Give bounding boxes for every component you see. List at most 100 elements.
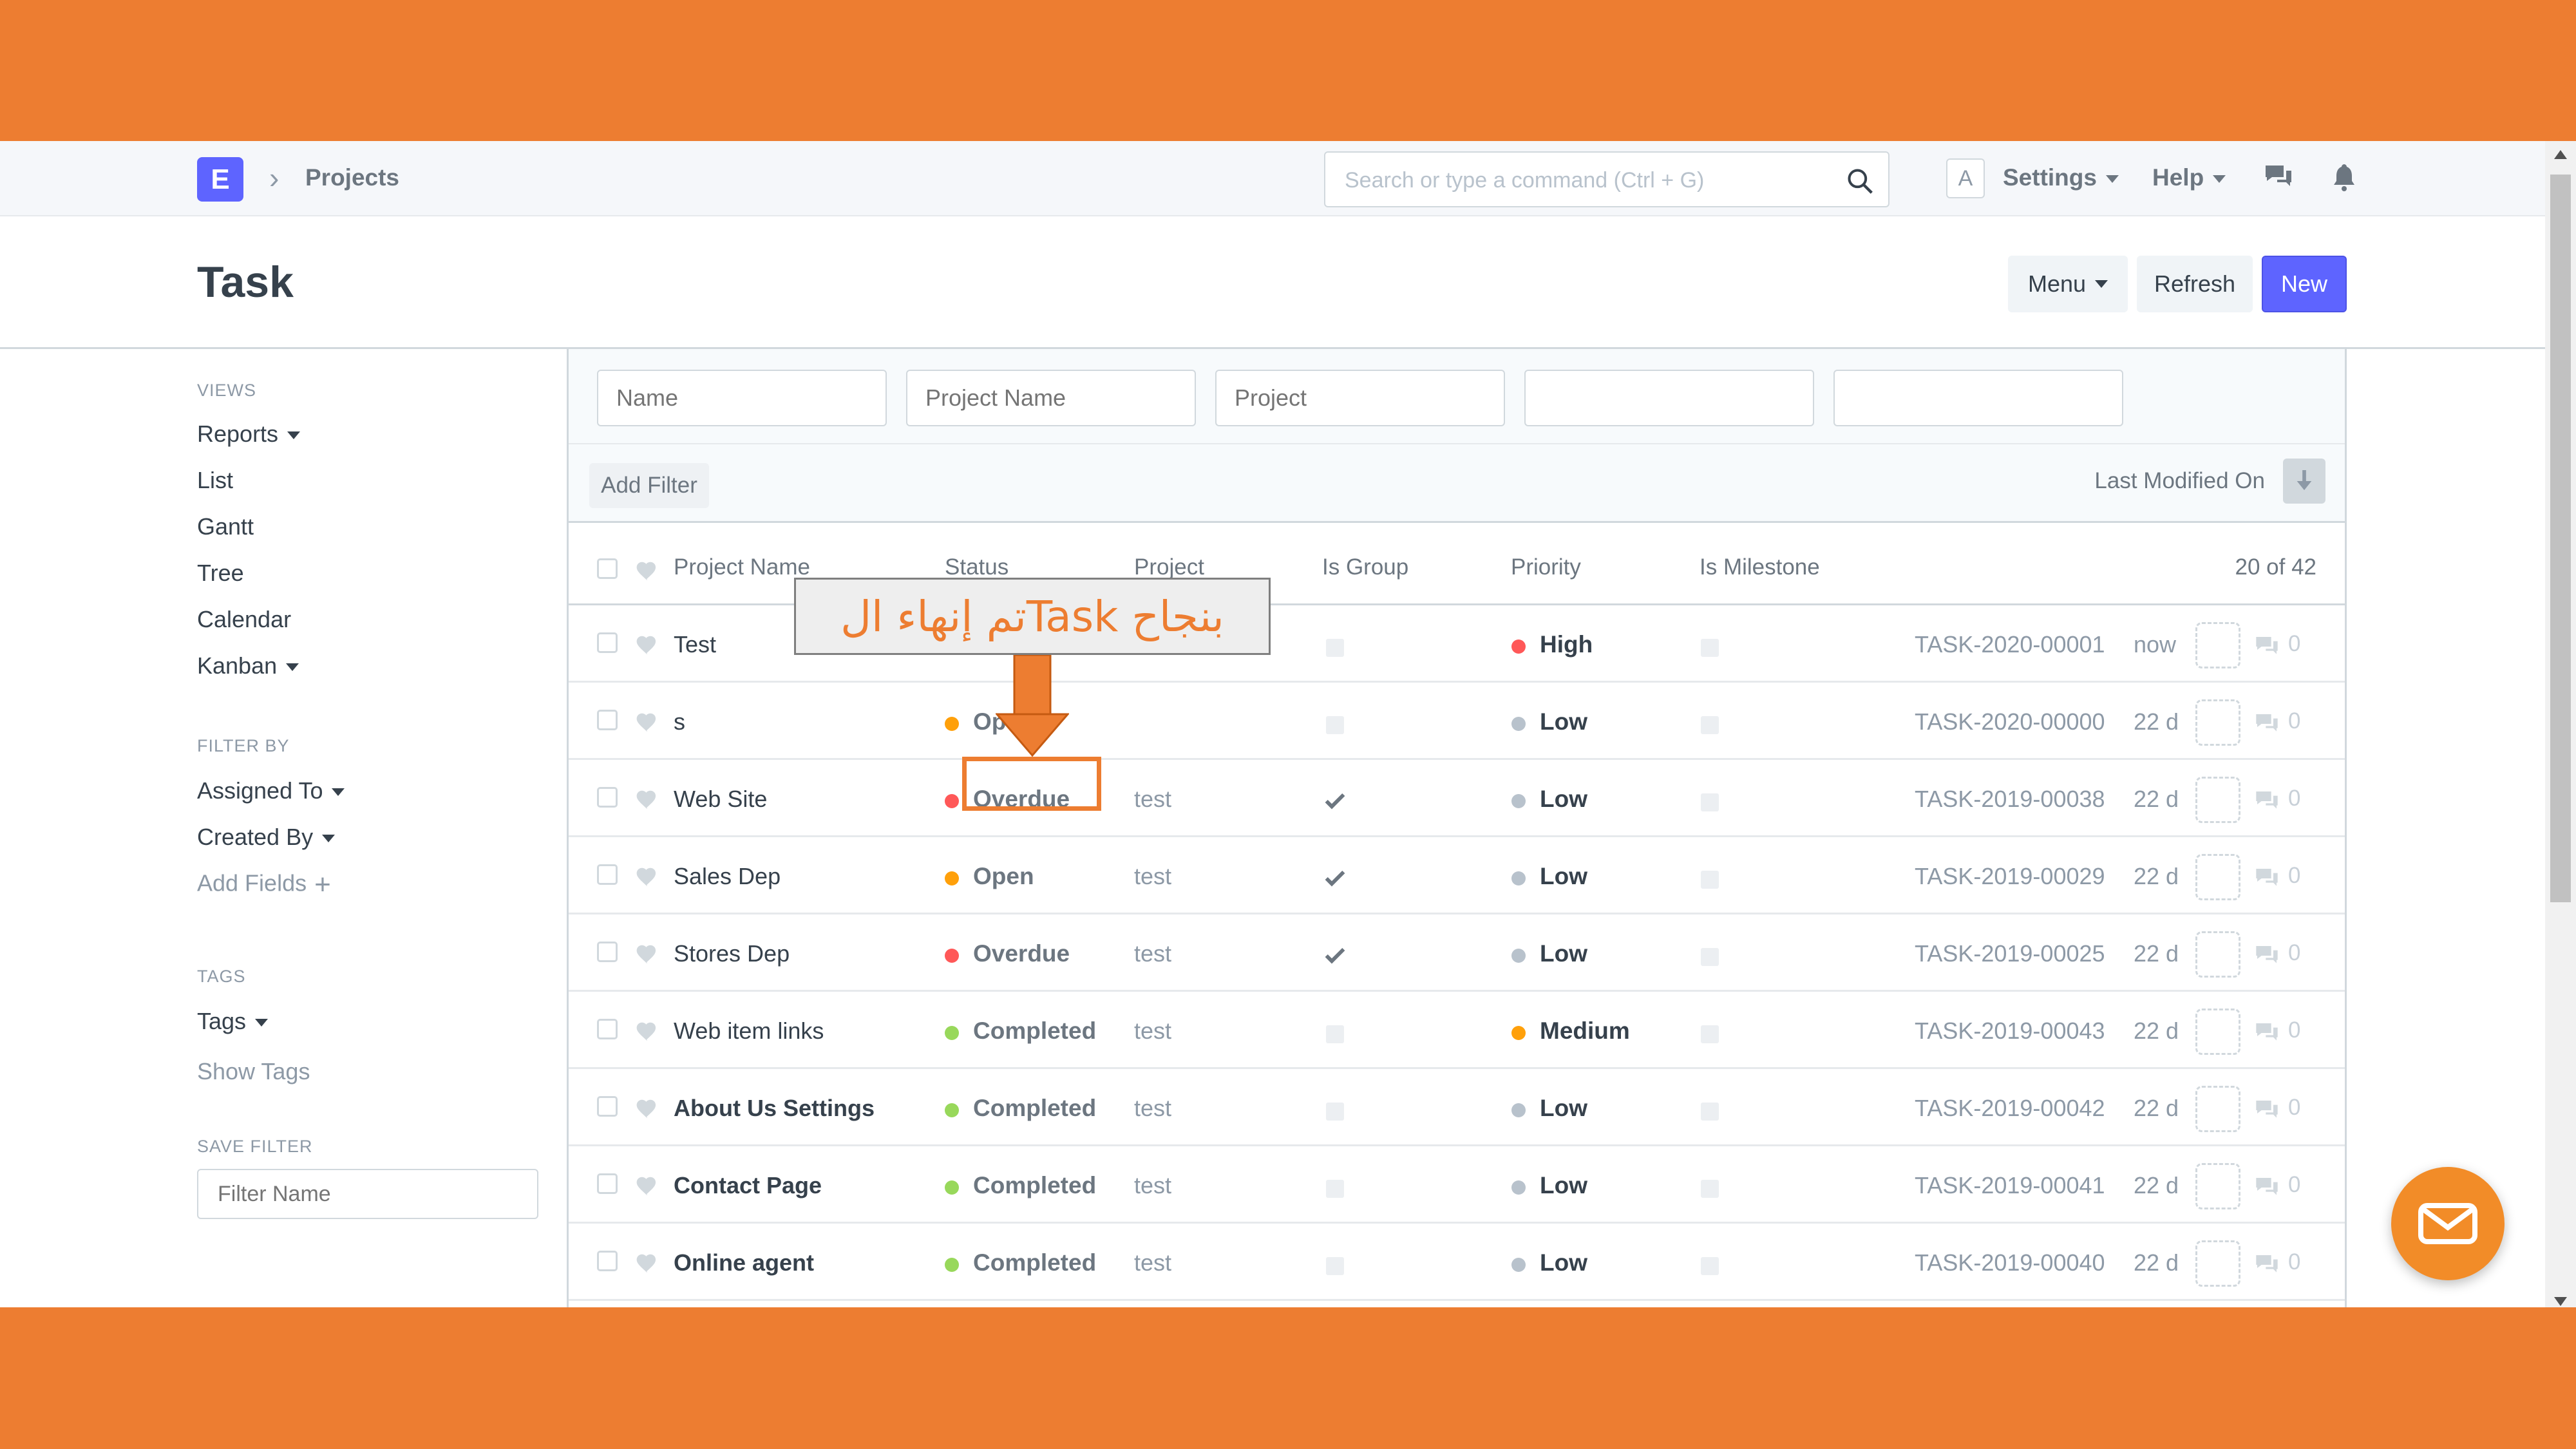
show-tags-link[interactable]: Show Tags — [197, 1058, 310, 1085]
table-row[interactable]: Contact Page Completed test Low TASK-2019-00… — [569, 1146, 2345, 1224]
assignee-avatar[interactable] — [2195, 1086, 2240, 1132]
task-name-link[interactable]: Online agent — [674, 1249, 814, 1276]
task-name-link[interactable]: Contact Page — [674, 1172, 822, 1199]
help-dropdown[interactable]: Help — [2152, 164, 2226, 191]
task-name-link[interactable]: Sales Dep — [674, 863, 781, 890]
row-checkbox[interactable] — [597, 864, 618, 885]
assignee-avatar[interactable] — [2195, 1009, 2240, 1055]
assignee-avatar[interactable] — [2195, 777, 2240, 823]
priority-badge[interactable]: Low — [1540, 1249, 1587, 1276]
priority-badge[interactable]: Medium — [1540, 1018, 1630, 1045]
comment-icon[interactable] — [2252, 1020, 2282, 1046]
scroll-down-icon[interactable] — [2554, 1297, 2567, 1306]
search-input[interactable]: Search or type a command (Ctrl + G) — [1324, 151, 1889, 207]
comment-icon[interactable] — [2252, 1252, 2282, 1278]
task-name-link[interactable]: Web item links — [674, 1018, 824, 1045]
filter-input-5[interactable] — [1833, 370, 2123, 426]
status-badge[interactable]: Completed — [973, 1172, 1096, 1199]
column-header-project[interactable]: Project — [1134, 554, 1204, 580]
heart-icon[interactable] — [634, 942, 660, 965]
heart-icon[interactable] — [634, 787, 660, 810]
task-name-link[interactable]: s — [674, 708, 685, 735]
new-button[interactable]: New — [2262, 256, 2347, 312]
sidebar-filter-assigned-to[interactable]: Assigned To — [197, 777, 345, 804]
priority-badge[interactable]: Low — [1540, 940, 1587, 967]
row-checkbox[interactable] — [597, 1251, 618, 1271]
scrollbar[interactable] — [2545, 141, 2576, 1307]
status-badge[interactable]: Completed — [973, 1018, 1096, 1045]
status-badge[interactable]: Overdue — [973, 940, 1070, 967]
select-all-checkbox[interactable] — [597, 558, 618, 579]
column-header-priority[interactable]: Priority — [1511, 554, 1581, 580]
table-row[interactable]: Sales Dep Open test Low TASK-2019-00029 22 d 0 — [569, 837, 2345, 914]
sidebar-item-kanban[interactable]: Kanban — [197, 652, 299, 679]
scrollbar-thumb[interactable] — [2550, 175, 2571, 902]
heart-icon[interactable] — [634, 1251, 660, 1274]
sidebar-item-tree[interactable]: Tree — [197, 560, 244, 587]
row-checkbox[interactable] — [597, 710, 618, 730]
add-fields-button[interactable]: Add Fields + — [197, 869, 331, 901]
table-row[interactable]: Web item links Completed test Medium TASK-20… — [569, 992, 2345, 1069]
settings-dropdown[interactable]: Settings — [2003, 164, 2119, 191]
task-name-link[interactable]: About Us Settings — [674, 1095, 875, 1122]
assignee-avatar[interactable] — [2195, 1163, 2240, 1209]
avatar[interactable]: A — [1946, 158, 1985, 198]
heart-icon[interactable] — [634, 710, 660, 733]
comment-icon[interactable] — [2252, 1175, 2282, 1200]
status-badge[interactable]: Open — [973, 863, 1034, 890]
project-link[interactable]: test — [1134, 1249, 1171, 1276]
app-logo[interactable]: E — [197, 157, 243, 202]
status-badge[interactable]: Completed — [973, 1249, 1096, 1276]
sidebar-item-list[interactable]: List — [197, 467, 233, 494]
sort-order-button[interactable] — [2283, 459, 2325, 504]
filter-input-4[interactable] — [1524, 370, 1814, 426]
sort-by-selector[interactable]: Last Modified On — [2094, 468, 2265, 494]
assignee-avatar[interactable] — [2195, 1240, 2240, 1287]
project-filter-input[interactable] — [1215, 370, 1505, 426]
project-link[interactable]: test — [1134, 940, 1171, 967]
comment-icon[interactable] — [2252, 634, 2282, 659]
column-header-project-name[interactable]: Project Name — [674, 554, 810, 580]
sidebar-item-reports[interactable]: Reports — [197, 421, 301, 448]
breadcrumb-projects[interactable]: Projects — [305, 164, 399, 191]
row-checkbox[interactable] — [597, 787, 618, 808]
heart-icon[interactable] — [634, 1019, 660, 1042]
status-badge[interactable]: Completed — [973, 1095, 1096, 1122]
sidebar-item-calendar[interactable]: Calendar — [197, 606, 291, 633]
priority-badge[interactable]: Low — [1540, 786, 1587, 813]
column-header-is-milestone[interactable]: Is Milestone — [1700, 554, 1820, 580]
task-name-link[interactable]: Test — [674, 631, 716, 658]
filter-name-input[interactable] — [197, 1169, 538, 1219]
priority-badge[interactable]: Low — [1540, 1095, 1587, 1122]
column-header-status[interactable]: Status — [945, 554, 1009, 580]
menu-button[interactable]: Menu — [2008, 256, 2128, 312]
row-checkbox[interactable] — [597, 632, 618, 653]
heart-icon[interactable] — [634, 632, 660, 656]
table-row[interactable]: Stores Dep Overdue test Low TASK-2019-00025 2… — [569, 914, 2345, 992]
sidebar-item-tags[interactable]: Tags — [197, 1008, 269, 1035]
row-checkbox[interactable] — [597, 1096, 618, 1117]
comment-icon[interactable] — [2252, 866, 2282, 891]
assignee-avatar[interactable] — [2195, 699, 2240, 746]
priority-badge[interactable]: High — [1540, 631, 1593, 658]
sidebar-item-gantt[interactable]: Gantt — [197, 513, 254, 540]
task-name-link[interactable]: Web Site — [674, 786, 767, 813]
sidebar-filter-created-by[interactable]: Created By — [197, 824, 336, 851]
priority-badge[interactable]: Low — [1540, 708, 1587, 735]
row-checkbox[interactable] — [597, 942, 618, 962]
heart-icon[interactable] — [634, 1096, 660, 1119]
row-checkbox[interactable] — [597, 1173, 618, 1194]
project-link[interactable]: test — [1134, 1095, 1171, 1122]
table-row[interactable]: About Us Settings Completed test Low TASK-20… — [569, 1069, 2345, 1146]
project-name-filter-input[interactable] — [906, 370, 1196, 426]
table-row[interactable]: Web Site Overdue test Low TASK-2019-00038 22 … — [569, 760, 2345, 837]
comment-icon[interactable] — [2252, 943, 2282, 969]
heart-icon[interactable] — [634, 864, 660, 887]
priority-badge[interactable]: Low — [1540, 1172, 1587, 1199]
table-row[interactable]: sOpenLowTASK-2020-0000022 d0 — [569, 683, 2345, 760]
heart-icon[interactable] — [634, 1173, 660, 1197]
project-link[interactable]: test — [1134, 863, 1171, 890]
chat-icon[interactable] — [2263, 162, 2294, 193]
table-row[interactable]: Online agent Completed test Low TASK-2019-00… — [569, 1224, 2345, 1301]
assignee-avatar[interactable] — [2195, 931, 2240, 978]
